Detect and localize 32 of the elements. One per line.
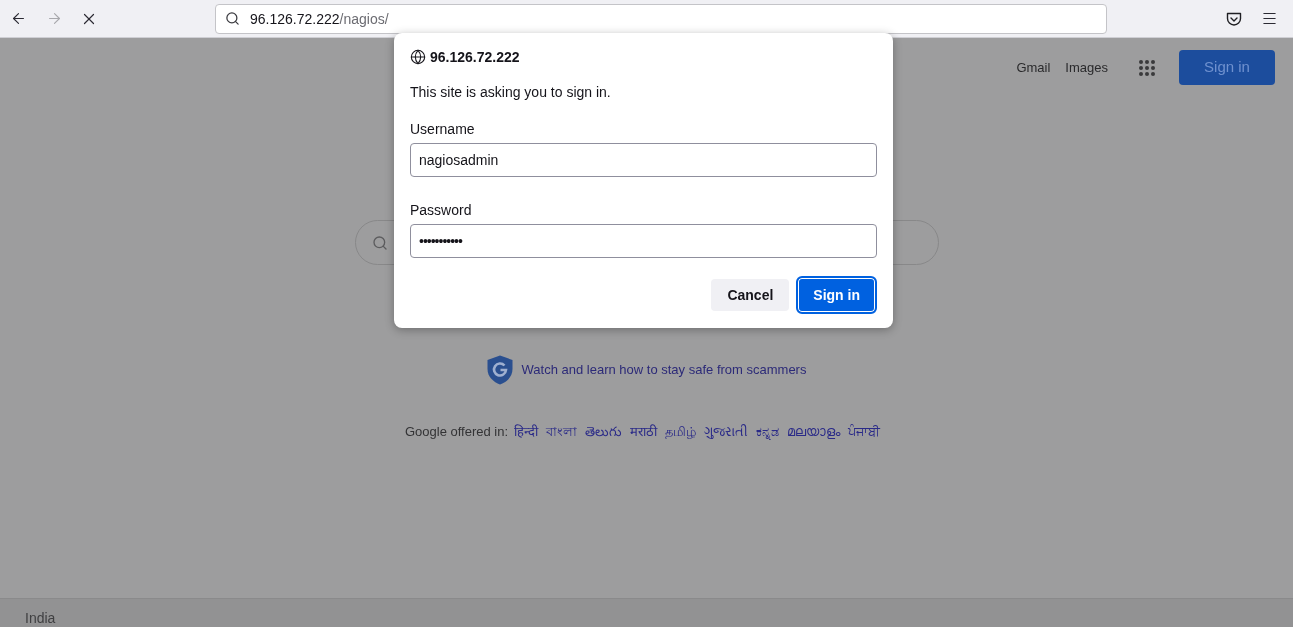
username-field[interactable]: nagiosadmin: [410, 143, 877, 177]
search-icon: [371, 234, 388, 251]
search-icon: [225, 11, 240, 26]
language-link[interactable]: हिन्दी: [514, 424, 539, 440]
language-link[interactable]: ಕನ್ನಡ: [756, 424, 780, 440]
sign-in-button[interactable]: Sign in: [1179, 50, 1275, 85]
dialog-title: 96.126.72.222: [430, 49, 520, 65]
globe-icon: [410, 49, 426, 65]
language-link[interactable]: বাংলা: [546, 424, 578, 440]
languages-label: Google offered in:: [404, 424, 509, 440]
sign-in-button[interactable]: Sign in: [796, 276, 877, 314]
cancel-button[interactable]: Cancel: [711, 279, 790, 311]
language-link[interactable]: తెలుగు: [585, 424, 623, 440]
address-bar[interactable]: 96.126.72.222/nagios/: [215, 3, 1107, 34]
menu-icon: [1260, 10, 1278, 27]
language-link[interactable]: தமிழ்: [665, 424, 697, 440]
language-link[interactable]: मराठी: [630, 424, 658, 440]
language-link[interactable]: ગુજરાતી: [704, 424, 749, 440]
header-link[interactable]: Gmail: [1016, 59, 1051, 76]
field-label: Username: [410, 121, 475, 137]
chevron-shield-icon: [1226, 10, 1242, 27]
header-link[interactable]: Images: [1065, 59, 1108, 76]
apps-grid-icon[interactable]: [1139, 59, 1155, 76]
dialog-message: This site is asking you to sign in.: [410, 84, 611, 100]
language-link[interactable]: മലയാളം: [787, 424, 841, 440]
country-label: India: [25, 610, 56, 626]
language-link[interactable]: ਪੰਜਾਬੀ: [848, 424, 881, 440]
safety-link[interactable]: Watch and learn how to stay safe from scammers: [521, 362, 807, 378]
shield-icon: [486, 355, 513, 385]
field-label: Password: [410, 202, 472, 218]
password-field[interactable]: •••••••••••: [410, 224, 877, 258]
url-text: 96.126.72.222/nagios/: [250, 9, 389, 28]
